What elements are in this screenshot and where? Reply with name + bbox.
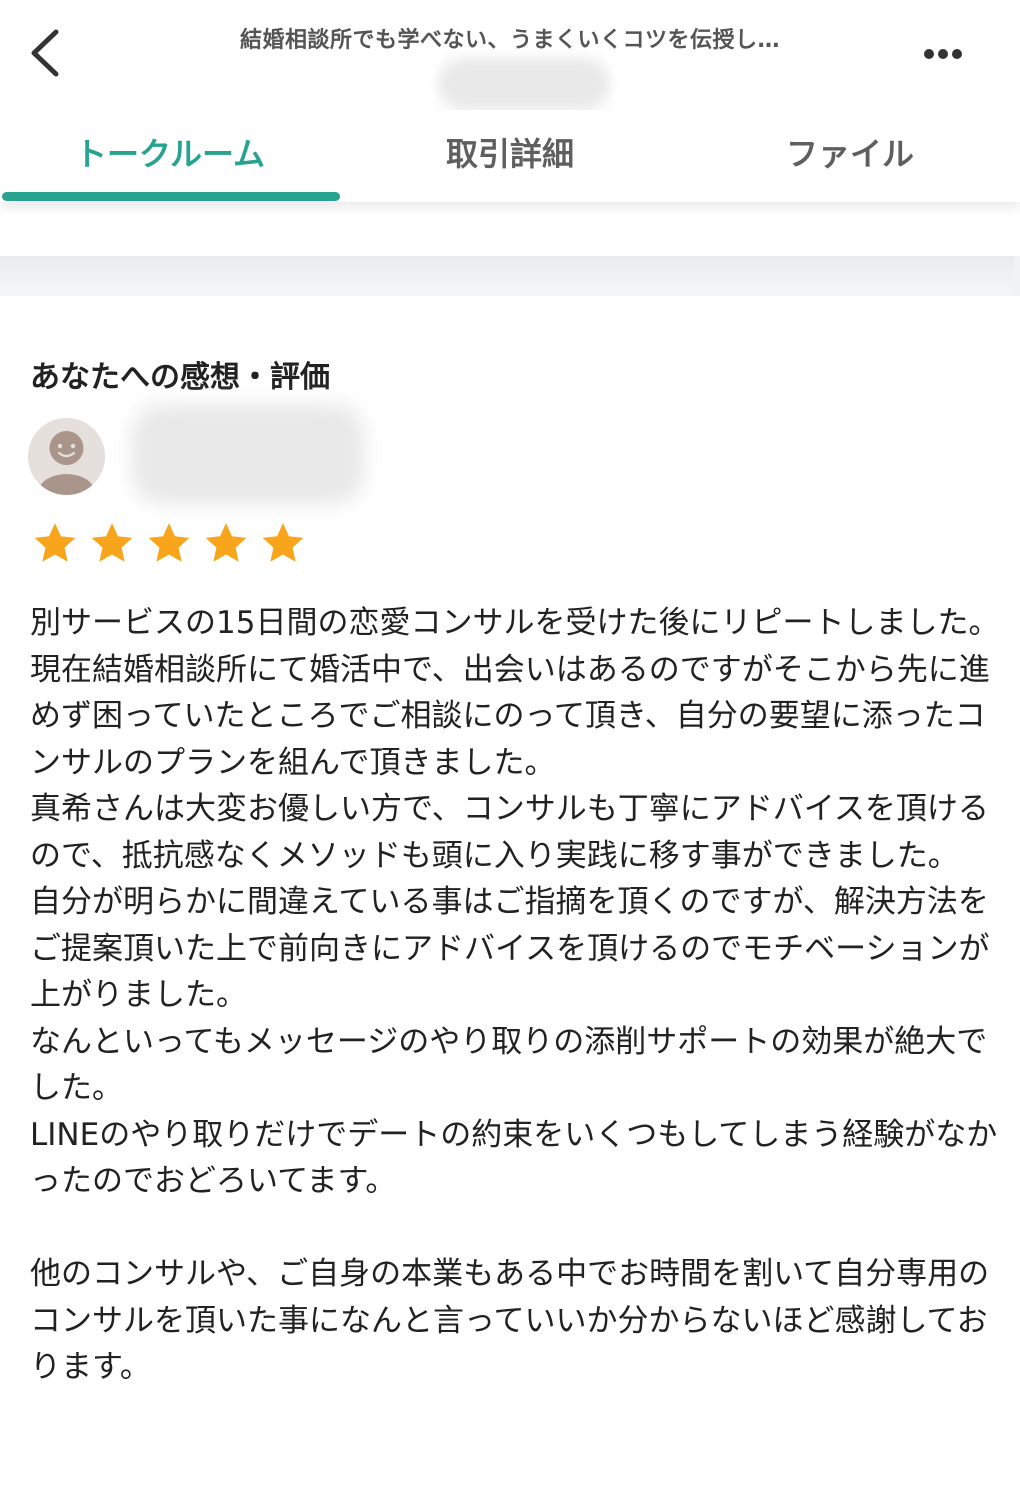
back-button[interactable] [22,22,72,82]
review-paragraph: 現在結婚相談所にて婚活中で、出会いはあるのですがそこから先に進めず困っていたとこ… [30,651,990,781]
review-paragraph: 真希さんは大変お優しい方で、コンサルも丁寧にアドバイスを頂けるので、抵抗感なくメ… [30,791,989,874]
review-body: 別サービスの15日間の恋愛コンサルを受けた後にリピートしました。現在結婚相談所に… [30,600,1000,1391]
review-paragraph: 他のコンサルや、ご自身の本業もある中でお時間を割いて自分専用のコンサルを頂いた事… [30,1256,990,1385]
review-paragraph: LINEのやり取りだけでデートの約束をいくつもしてしまう経験がなかったのでおどろ… [30,1116,998,1200]
tab-bar: トークルーム 取引詳細 ファイル [0,110,1020,202]
redacted-reviewer-name [132,404,364,504]
review-paragraph: 自分が明らかに間違えている事はご指摘を頂くのですが、解決方法をご提案頂いた上で前… [30,884,990,1013]
spacer-band [0,202,1020,260]
tab-files[interactable]: ファイル [680,110,1020,202]
paragraph-spacer [30,1205,1000,1252]
review-paragraph: なんといってもメッセージのやり取りの添削サポートの効果が絶大でした。 [30,1023,988,1107]
active-tab-indicator [2,192,340,201]
default-avatar-icon [28,418,105,495]
star-icon [91,523,133,562]
star-rating [32,520,317,572]
chevron-left-icon [31,29,59,77]
header: 結婚相談所でも学べない、うまくいくコツを伝授し… [0,0,1020,110]
tab-talk-room[interactable]: トークルーム [0,110,340,202]
star-icon [262,523,304,562]
more-button[interactable] [915,36,971,72]
star-icon [148,523,190,562]
talk-room-screen: 結婚相談所でも学べない、うまくいくコツを伝授し… トークルーム 取引詳細 ファイ… [0,0,1020,1489]
star-icon [34,523,76,562]
review-section-title: あなたへの感想・評価 [30,360,330,395]
review-card: あなたへの感想・評価 別サービスの15日間の恋愛コンサルを受けた後にリピートしま… [0,296,1020,1489]
divider-edge [1014,256,1020,296]
page-title: 結婚相談所でも学べない、うまくいくコツを伝授し… [239,28,780,53]
more-horizontal-icon [924,49,962,59]
section-divider [0,256,1020,296]
tab-transaction-details[interactable]: 取引詳細 [340,110,680,202]
review-paragraph: 別サービスの15日間の恋愛コンサルを受けた後にリピートしました。 [30,605,1000,641]
star-icon [205,523,247,562]
redacted-counterpart-name [438,58,610,110]
